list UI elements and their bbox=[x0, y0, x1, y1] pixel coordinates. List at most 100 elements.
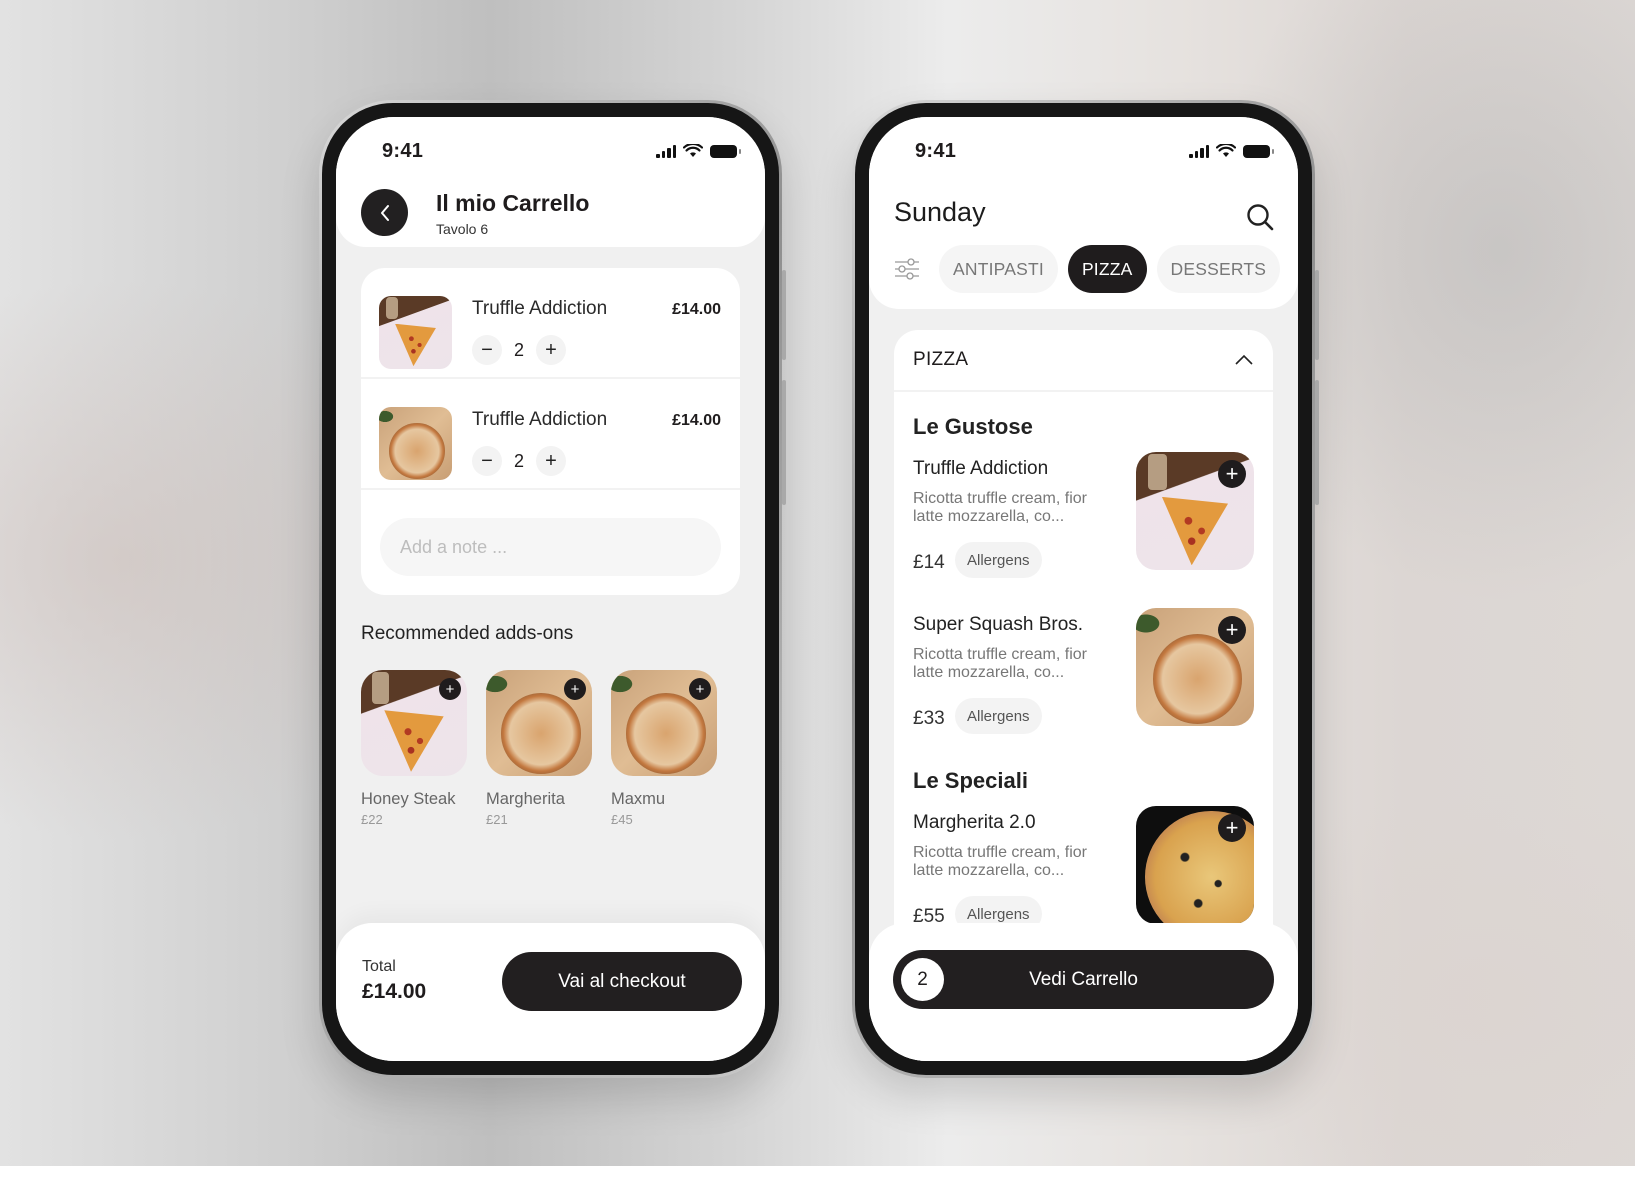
plus-icon: + bbox=[545, 338, 557, 361]
dish-price: £33 bbox=[913, 708, 945, 729]
add-icon[interactable]: + bbox=[1218, 460, 1246, 488]
phone-cart: 9:41 Il mio Carrello Tavolo 6 Truffle Ad… bbox=[319, 100, 786, 1078]
status-bar: 9:41 bbox=[869, 117, 1298, 175]
signal-icon bbox=[1189, 144, 1209, 158]
tab-desserts[interactable]: DESSERTS bbox=[1156, 245, 1281, 293]
recommended-list: + Honey Steak £22 + Margherita £21 + Max… bbox=[361, 670, 717, 827]
pizza-board-image: + bbox=[1136, 608, 1254, 726]
item-price: £14.00 bbox=[672, 301, 721, 318]
status-time: 9:41 bbox=[382, 139, 424, 162]
dish-name: Truffle Addiction bbox=[913, 458, 1049, 479]
cart-screen: 9:41 Il mio Carrello Tavolo 6 Truffle Ad… bbox=[336, 117, 765, 1061]
plus-icon: + bbox=[545, 449, 557, 472]
dish-item[interactable]: Truffle Addiction Ricotta truffle cream,… bbox=[913, 452, 1254, 578]
quantity-value: 2 bbox=[513, 339, 524, 360]
wifi-icon bbox=[1216, 144, 1236, 157]
recommended-name: Honey Steak bbox=[361, 790, 456, 808]
menu-screen: 9:41 Sunday ANTIPASTI PIZZA DESSERTS PIZ… bbox=[869, 117, 1298, 1061]
phone-side-button bbox=[782, 270, 786, 360]
section-label: PIZZA bbox=[913, 349, 969, 370]
decrease-button[interactable]: − bbox=[472, 335, 502, 365]
pizza-margherita-image: + bbox=[1136, 806, 1254, 924]
pizza-slice-image: + bbox=[1136, 452, 1254, 570]
view-cart-button[interactable]: 2 Vedi Carrello bbox=[893, 950, 1274, 1009]
add-icon[interactable]: + bbox=[1218, 616, 1246, 644]
item-price: £14.00 bbox=[672, 412, 721, 429]
tab-antipasti[interactable]: ANTIPASTI bbox=[939, 245, 1058, 293]
pizza-slice-image bbox=[379, 296, 452, 369]
section-header[interactable]: PIZZA bbox=[894, 330, 1273, 392]
page-title: Sunday bbox=[894, 197, 986, 227]
cart-footer: 2 Vedi Carrello bbox=[869, 923, 1298, 1061]
wifi-icon bbox=[683, 144, 703, 157]
recommended-price: £45 bbox=[611, 812, 633, 827]
minus-icon: − bbox=[481, 338, 493, 361]
signal-icon bbox=[656, 144, 676, 158]
add-icon[interactable]: + bbox=[1218, 814, 1246, 842]
dish-description: Ricotta truffle cream, fior latte mozzar… bbox=[913, 844, 1087, 879]
status-bar: 9:41 bbox=[336, 117, 765, 175]
phone-side-button bbox=[1315, 380, 1319, 505]
cart-item: Truffle Addiction £14.00 − 2 + bbox=[361, 379, 740, 490]
increase-button[interactable]: + bbox=[536, 335, 566, 365]
dish-name: Margherita 2.0 bbox=[913, 812, 1036, 833]
group-title: Le Gustose bbox=[913, 414, 1033, 439]
cart-items-card: Truffle Addiction £14.00 − 2 + Truffle A… bbox=[361, 268, 740, 595]
recommended-title: Recommended adds-ons bbox=[361, 623, 574, 644]
allergens-button[interactable]: Allergens bbox=[955, 542, 1042, 578]
add-icon[interactable]: + bbox=[439, 678, 461, 700]
recommended-price: £21 bbox=[486, 812, 508, 827]
filter-icon[interactable] bbox=[893, 255, 921, 283]
quantity-value: 2 bbox=[513, 450, 524, 471]
decrease-button[interactable]: − bbox=[472, 446, 502, 476]
backdrop bbox=[0, 0, 1635, 1166]
dish-description: Ricotta truffle cream, fior latte mozzar… bbox=[913, 490, 1087, 525]
quantity-stepper: − 2 + bbox=[472, 446, 566, 476]
group-title: Le Speciali bbox=[913, 768, 1028, 793]
recommended-name: Margherita bbox=[486, 790, 565, 808]
quantity-stepper: − 2 + bbox=[472, 335, 566, 365]
pizza-board-image: + bbox=[486, 670, 592, 776]
recommended-name: Maxmu bbox=[611, 790, 666, 808]
table-label: Tavolo 6 bbox=[436, 221, 489, 237]
view-cart-label: Vedi Carrello bbox=[1029, 968, 1138, 990]
pizza-slice-image: + bbox=[361, 670, 467, 776]
increase-button[interactable]: + bbox=[536, 446, 566, 476]
chevron-up-icon bbox=[1235, 354, 1253, 365]
dish-item[interactable]: Margherita 2.0 Ricotta truffle cream, fi… bbox=[913, 806, 1254, 932]
allergens-button[interactable]: Allergens bbox=[955, 698, 1042, 734]
add-icon[interactable]: + bbox=[689, 678, 711, 700]
search-icon[interactable] bbox=[1245, 202, 1275, 232]
cart-count-badge: 2 bbox=[901, 958, 944, 1001]
add-icon[interactable]: + bbox=[564, 678, 586, 700]
item-name: Truffle Addiction bbox=[472, 409, 608, 430]
minus-icon: − bbox=[481, 449, 493, 472]
pizza-board-image bbox=[379, 407, 452, 480]
battery-icon bbox=[710, 144, 741, 158]
total-value: £14.00 bbox=[362, 980, 427, 1003]
recommended-price: £22 bbox=[361, 812, 383, 827]
category-tabs: ANTIPASTI PIZZA DESSERTS bbox=[939, 245, 1281, 293]
item-name: Truffle Addiction bbox=[472, 298, 608, 319]
dish-price: £14 bbox=[913, 552, 945, 573]
recommended-item[interactable]: + Maxmu £45 bbox=[611, 670, 717, 827]
phone-menu: 9:41 Sunday ANTIPASTI PIZZA DESSERTS PIZ… bbox=[852, 100, 1319, 1078]
recommended-item[interactable]: + Margherita £21 bbox=[486, 670, 592, 827]
back-button[interactable] bbox=[361, 189, 408, 236]
cart-item: Truffle Addiction £14.00 − 2 + bbox=[361, 268, 740, 379]
pizza-board-image: + bbox=[611, 670, 717, 776]
page-title: Il mio Carrello bbox=[436, 190, 590, 216]
dish-name: Super Squash Bros. bbox=[913, 614, 1084, 635]
checkout-button[interactable]: Vai al checkout bbox=[502, 952, 742, 1011]
phone-side-button bbox=[1315, 270, 1319, 360]
battery-icon bbox=[1243, 144, 1274, 158]
tab-pizza[interactable]: PIZZA bbox=[1067, 245, 1147, 293]
checkout-footer: Total £14.00 Vai al checkout bbox=[336, 923, 765, 1061]
total-label: Total bbox=[362, 958, 396, 975]
note-input[interactable] bbox=[380, 518, 721, 576]
dish-description: Ricotta truffle cream, fior latte mozzar… bbox=[913, 646, 1087, 681]
recommended-item[interactable]: + Honey Steak £22 bbox=[361, 670, 467, 827]
dish-item[interactable]: Super Squash Bros. Ricotta truffle cream… bbox=[913, 608, 1254, 734]
phone-side-button bbox=[782, 380, 786, 505]
status-time: 9:41 bbox=[915, 139, 957, 162]
